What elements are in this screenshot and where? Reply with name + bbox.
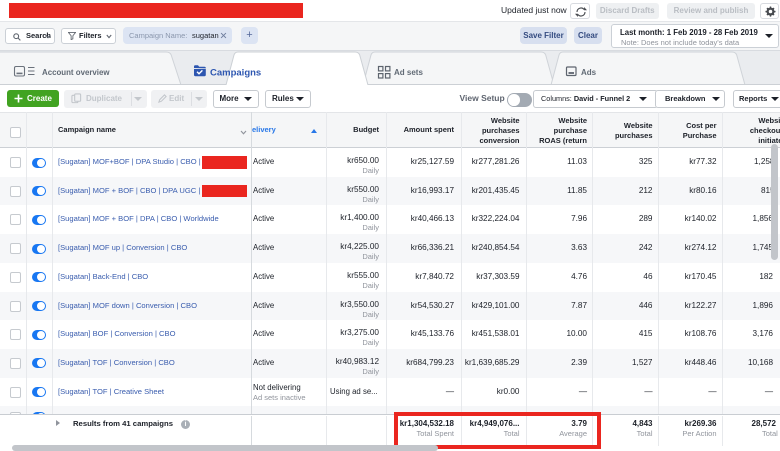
- svg-text:Ad sets: Ad sets: [394, 68, 423, 77]
- svg-text:Account overview: Account overview: [42, 68, 110, 77]
- svg-text:Ads: Ads: [581, 68, 597, 77]
- svg-text:Campaigns: Campaigns: [210, 68, 261, 79]
